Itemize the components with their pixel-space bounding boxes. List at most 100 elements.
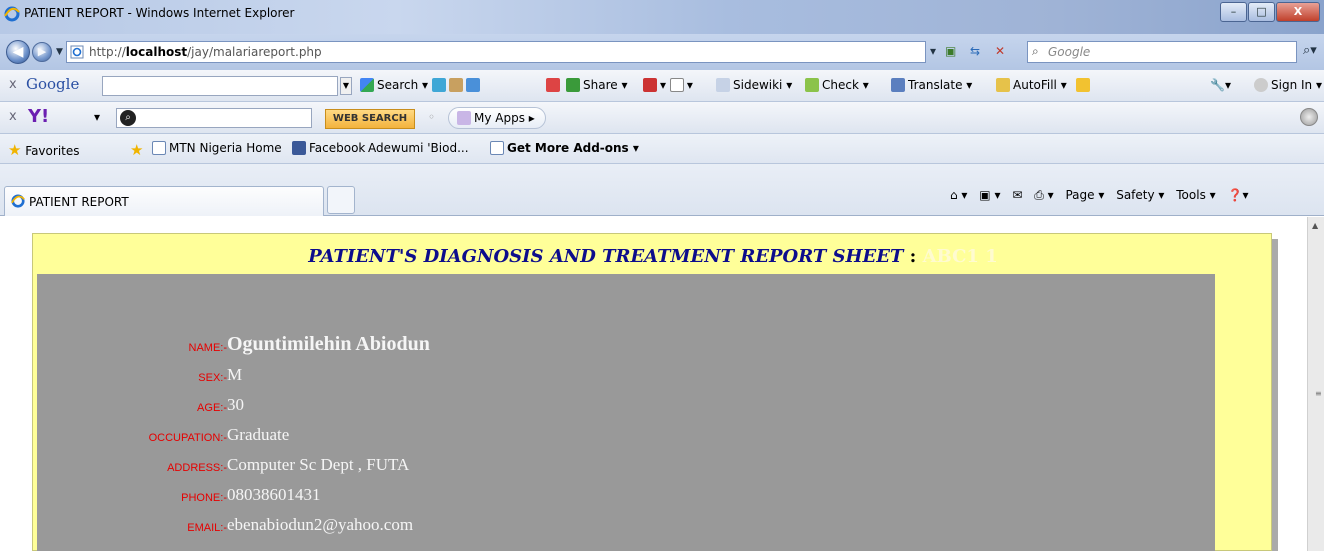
sidewiki-button[interactable]: Sidewiki ▾ [716, 78, 792, 92]
url-dropdown-icon[interactable]: ▾ [930, 41, 936, 63]
photo-icon [432, 78, 446, 92]
gear-icon[interactable] [1300, 108, 1318, 126]
add-favorite-icon[interactable]: ★ [130, 141, 143, 159]
share-icon [566, 78, 580, 92]
vertical-scrollbar[interactable]: ▲ ≡ [1307, 217, 1324, 551]
highlighter-icon[interactable] [1076, 78, 1093, 92]
field-address: ADDRESS:- Computer Sc Dept , FUTA [37, 454, 1215, 480]
command-bar: ⌂ ▾ ▣ ▾ ✉ ⎙ ▾ Page ▾ Safety ▾ Tools ▾ ❓▾ [950, 188, 1256, 203]
help-icon[interactable]: ❓▾ [1228, 188, 1249, 202]
refresh-icon[interactable]: ⇆ [970, 41, 980, 63]
maximize-button[interactable]: □ [1248, 2, 1275, 22]
yahoo-search-field[interactable]: ⌕ [116, 108, 312, 128]
close-toolbar-icon[interactable]: x [9, 77, 17, 92]
check-button[interactable]: Check ▾ [805, 78, 869, 92]
search-input[interactable]: ⌕ Google [1027, 41, 1297, 63]
forward-button[interactable]: ▶ [32, 42, 52, 62]
patient-details-panel: NAME:- Oguntimilehin Abiodun SEX:- M AGE… [37, 274, 1215, 551]
search-placeholder: Google [1048, 45, 1091, 59]
favorites-bar: ★ Favorites ★ MTN Nigeria Home Facebook … [0, 134, 1324, 164]
mail-icon[interactable]: ✉ [1012, 188, 1022, 202]
sidewiki-icon [716, 78, 730, 92]
field-value: ebenabiodun2@yahoo.com [227, 515, 414, 534]
autofill-button[interactable]: AutoFill ▾ [996, 78, 1067, 92]
window-title-bar[interactable]: PATIENT REPORT - Windows Internet Explor… [0, 0, 1324, 34]
yahoo-search-icon: ⌕ [120, 110, 136, 126]
window-title: PATIENT REPORT - Windows Internet Explor… [24, 6, 295, 20]
gmail-icon [546, 78, 560, 92]
web-search-button[interactable]: WEB SEARCH [325, 109, 415, 129]
report-id: ABC1 1 [922, 246, 998, 267]
field-value: 30 [227, 395, 244, 414]
yahoo-dropdown-icon[interactable]: ▾ [94, 110, 100, 124]
close-yahoo-toolbar-icon[interactable]: x [9, 109, 17, 124]
compatibility-icon[interactable]: ▣ [945, 41, 956, 63]
toolbar-tools-group[interactable] [432, 78, 483, 92]
search-go-icon[interactable]: ⌕▾ [1303, 43, 1317, 58]
page-icon [152, 141, 166, 155]
field-label: NAME:- [188, 342, 228, 354]
address-toolbar: ◀ ▶ ▼ http://localhost/jay/malariareport… [0, 34, 1324, 70]
field-value: M [227, 365, 243, 384]
my-apps-button[interactable]: My Apps ▸ [448, 107, 546, 129]
tab-patient-report[interactable]: PATIENT REPORT [4, 186, 324, 216]
field-value: Graduate [227, 425, 290, 444]
google-search-button[interactable]: Search ▾ [360, 78, 428, 92]
report-title-text: PATIENT'S DIAGNOSIS AND TREATMENT REPORT… [308, 246, 904, 267]
page-content: PATIENT'S DIAGNOSIS AND TREATMENT REPORT… [0, 217, 1324, 551]
google-dropdown-icon[interactable]: ▼ [340, 77, 352, 95]
favorite-adewumi[interactable]: Adewumi 'Biod... [368, 141, 469, 155]
new-tab-button[interactable] [327, 186, 355, 214]
field-email: EMAIL:- ebenabiodun2@yahoo.com [37, 514, 1215, 540]
wrench-icon[interactable]: 🔧▾ [1210, 78, 1231, 92]
close-button[interactable]: X [1276, 2, 1320, 22]
share-button[interactable]: Share ▾ [566, 78, 627, 92]
scroll-up-icon[interactable]: ▲ [1312, 221, 1318, 230]
apps-icon [457, 111, 471, 125]
field-label: PHONE:- [181, 492, 227, 504]
pagerank-icon [643, 78, 657, 92]
favorite-facebook[interactable]: Facebook [292, 141, 365, 155]
get-more-addons[interactable]: Get More Add-ons ▾ [490, 141, 639, 155]
home-icon[interactable]: ⌂ ▾ [950, 188, 967, 202]
report-title-colon: : [909, 246, 917, 267]
yahoo-logo[interactable]: Y! [28, 106, 49, 127]
page-icon [490, 141, 504, 155]
field-label: AGE:- [197, 402, 227, 414]
yahoo-toolbar: x Y! ▾ ⌕ WEB SEARCH ◦ My Apps ▸ [0, 102, 1324, 134]
google-search-field[interactable] [102, 76, 338, 96]
sign-in-button[interactable]: Sign In ▾ [1254, 78, 1322, 92]
address-bar[interactable]: http://localhost/jay/malariareport.php [66, 41, 926, 63]
feeds-icon[interactable]: ▣ ▾ [979, 188, 1000, 202]
gmail-button[interactable] [546, 78, 563, 92]
pagerank-button[interactable]: ▾ ▾ [643, 78, 693, 92]
translate-button[interactable]: Translate ▾ [891, 78, 972, 92]
toolbar-separator-icon: ◦ [428, 110, 436, 124]
print-icon[interactable]: ⎙ ▾ [1034, 188, 1053, 202]
tools-menu[interactable]: Tools ▾ [1176, 188, 1215, 202]
spellcheck-icon [805, 78, 819, 92]
search-provider-icon: ⌕ [1032, 44, 1039, 58]
page-menu[interactable]: Page ▾ [1065, 188, 1104, 202]
stop-icon[interactable]: ✕ [995, 41, 1005, 63]
safety-menu[interactable]: Safety ▾ [1116, 188, 1164, 202]
bar-icon [669, 78, 684, 92]
bookmark-icon [449, 78, 463, 92]
page-icon [70, 45, 84, 59]
field-value: 08038601431 [227, 485, 321, 504]
field-value: Oguntimilehin Abiodun [227, 333, 430, 355]
minimize-button[interactable]: – [1220, 2, 1247, 22]
report-title: PATIENT'S DIAGNOSIS AND TREATMENT REPORT… [33, 246, 1273, 267]
report-sheet: PATIENT'S DIAGNOSIS AND TREATMENT REPORT… [32, 233, 1272, 551]
back-button[interactable]: ◀ [6, 40, 30, 64]
field-label: SEX:- [198, 372, 227, 384]
sign-in-icon [1254, 78, 1268, 92]
field-label: OCCUPATION:- [148, 432, 227, 444]
scroll-grip-icon[interactable]: ≡ [1315, 389, 1322, 398]
plus-icon [466, 78, 480, 92]
history-dropdown-icon[interactable]: ▼ [56, 47, 63, 57]
ie-logo-icon [11, 194, 25, 208]
google-g-icon [360, 78, 374, 92]
favorites-button[interactable]: ★ Favorites [8, 141, 80, 159]
favorite-mtn[interactable]: MTN Nigeria Home [152, 141, 282, 155]
